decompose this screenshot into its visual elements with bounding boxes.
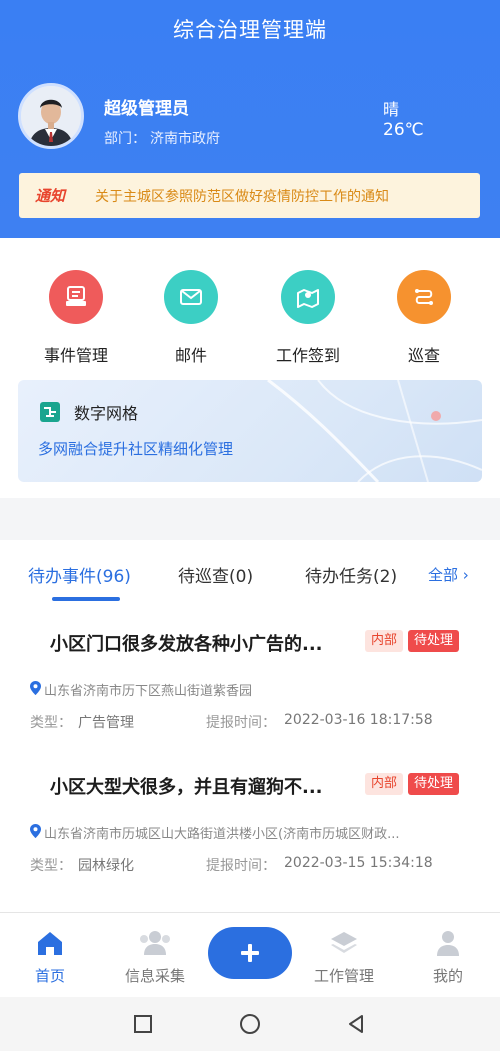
tabbar-item-mine[interactable]: 我的 xyxy=(403,927,493,986)
event-item[interactable]: 小区大型犬很多，并且有遛狗不... 内部 待处理 山东省济南市历城区山大路街道洪… xyxy=(0,763,500,907)
add-button[interactable] xyxy=(208,927,292,979)
banner-title: 数字网格 xyxy=(74,404,139,423)
quick-action-check-in[interactable]: 工作签到 xyxy=(258,270,358,366)
event-address: 山东省济南市历城区山大路街道洪楼小区(济南市历城区财政... xyxy=(44,827,400,842)
route-icon xyxy=(397,270,451,324)
digital-grid-banner[interactable]: 数字网格 多网融合提升社区精细化管理 xyxy=(18,380,482,482)
status-badge: 待处理 xyxy=(408,630,460,652)
back-icon[interactable] xyxy=(344,1012,368,1036)
quick-action-patrol[interactable]: 巡查 xyxy=(374,270,474,366)
tabbar-item-info-collection[interactable]: 信息采集 xyxy=(110,927,200,986)
plus-icon xyxy=(241,944,259,962)
notice-text[interactable]: 关于主城区参照防范区做好疫情防控工作的通知 xyxy=(85,186,389,206)
avatar[interactable] xyxy=(18,83,84,149)
event-time: 2022-03-16 18:17:58 xyxy=(284,712,433,728)
bottom-tab-bar: 首页 信息采集 工作管理 我的 xyxy=(0,912,500,997)
user-name: 超级管理员 xyxy=(104,99,189,119)
event-title: 小区门口很多发放各种小广告的... xyxy=(50,634,323,655)
department-label: 部门： xyxy=(104,131,146,147)
map-background xyxy=(267,380,482,482)
system-navigation-bar xyxy=(0,997,500,1051)
quick-action-label: 巡查 xyxy=(407,346,440,365)
quick-action-label: 事件管理 xyxy=(43,346,108,365)
active-tab-indicator xyxy=(52,597,120,601)
banner-subtitle: 多网融合提升社区精细化管理 xyxy=(38,440,234,458)
section-divider xyxy=(0,498,500,540)
event-type-label: 类型： xyxy=(30,858,72,874)
task-tabs: 待办事件(96) 待巡查(0) 待办任务(2) 全部 › xyxy=(0,540,500,602)
department-value: 济南市政府 xyxy=(150,131,220,147)
notice-bar[interactable]: 通知 关于主城区参照防范区做好疫情防控工作的通知 xyxy=(19,173,480,218)
status-badge: 待处理 xyxy=(408,773,460,795)
event-type: 园林绿化 xyxy=(78,858,134,874)
quick-action-label: 邮件 xyxy=(174,346,207,365)
document-icon xyxy=(49,270,103,324)
grid-icon xyxy=(38,400,62,424)
event-address: 山东省济南市历下区燕山街道紫香园 xyxy=(44,684,253,699)
mail-icon xyxy=(164,270,218,324)
person-icon xyxy=(431,927,465,959)
map-pin-icon xyxy=(281,270,335,324)
internal-badge: 内部 xyxy=(365,773,404,795)
tab-pending-events[interactable]: 待办事件(96) xyxy=(28,562,131,587)
view-all-link[interactable]: 全部 › xyxy=(428,564,469,585)
tabbar-label: 信息采集 xyxy=(124,967,185,985)
home-button-icon[interactable] xyxy=(238,1012,262,1036)
users-icon xyxy=(138,927,172,959)
tabbar-label: 工作管理 xyxy=(313,967,374,985)
tabbar-item-home[interactable]: 首页 xyxy=(5,927,95,986)
tabbar-item-work-management[interactable]: 工作管理 xyxy=(299,927,389,986)
tab-pending-patrol[interactable]: 待巡查(0) xyxy=(178,562,253,587)
weather-condition: 晴 xyxy=(383,100,400,119)
event-type: 广告管理 xyxy=(78,715,134,731)
view-all-label: 全部 xyxy=(428,566,459,584)
header: 综合治理管理端 超级管理员 部门： 济南市政府 晴 26℃ 通知 关于主城区参照… xyxy=(0,0,500,238)
event-title: 小区大型犬很多，并且有遛狗不... xyxy=(50,777,323,798)
weather-temperature: 26℃ xyxy=(383,120,424,140)
internal-badge: 内部 xyxy=(365,630,404,652)
event-time: 2022-03-15 15:34:18 xyxy=(284,855,433,871)
quick-action-label: 工作签到 xyxy=(275,346,340,365)
home-icon xyxy=(33,927,67,959)
event-time-label: 提报时间： xyxy=(206,715,276,731)
event-type-label: 类型： xyxy=(30,715,72,731)
quick-action-event-management[interactable]: 事件管理 xyxy=(26,270,126,366)
tabbar-label: 我的 xyxy=(432,967,463,985)
event-item[interactable]: 小区门口很多发放各种小广告的... 内部 待处理 山东省济南市历下区燕山街道紫香… xyxy=(0,620,500,764)
recent-apps-icon[interactable] xyxy=(131,1012,155,1036)
tab-pending-tasks[interactable]: 待办任务(2) xyxy=(305,562,397,587)
layers-icon xyxy=(327,927,361,959)
notice-tag: 通知 xyxy=(35,187,66,205)
event-time-label: 提报时间： xyxy=(206,858,276,874)
quick-action-mail[interactable]: 邮件 xyxy=(141,270,241,366)
tabbar-label: 首页 xyxy=(34,967,65,985)
app-title: 综合治理管理端 xyxy=(173,18,327,42)
chevron-right-icon: › xyxy=(462,566,469,584)
